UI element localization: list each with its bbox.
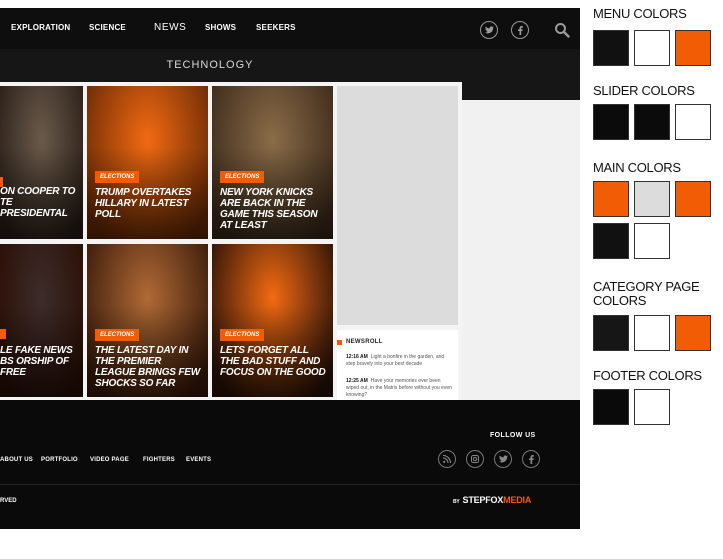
byline-accent: MEDIA (503, 495, 532, 505)
newsroll-widget: NEWSROLL 12:16 AM Light a bonfire in the … (337, 330, 458, 400)
tile-headline: NEW YORK KNICKS ARE BACK IN THE GAME THI… (220, 187, 318, 231)
color-swatch[interactable] (634, 30, 670, 66)
tile-headline: ON COOPER TO TE PRESIDENTAL (0, 186, 76, 219)
color-swatch[interactable] (675, 181, 711, 217)
twitter-icon[interactable] (480, 21, 498, 39)
color-swatch[interactable] (593, 315, 629, 351)
tile-headline: THE LATEST DAY IN THE PREMIER LEAGUE BRI… (95, 345, 200, 389)
nav-item-seekers[interactable]: SEEKERS (256, 23, 296, 32)
article-tile[interactable]: ELECTIONS THE LATEST DAY IN THE PREMIER … (87, 244, 208, 397)
color-swatch[interactable] (675, 30, 711, 66)
website-preview: EXPLORATION SCIENCE NEWS SHOWS SEEKERS T… (0, 8, 580, 529)
tile-badge (0, 329, 6, 339)
tile-headline: TRUMP OVERTAKES HILLARY IN LATEST POLL (95, 187, 192, 220)
color-group-title: MENU COLORS (593, 6, 687, 21)
nav-item-shows[interactable]: SHOWS (205, 23, 236, 32)
site-footer: FOLLOW US ABOUT US PORTFOLIO VIDEO PAGE … (0, 400, 580, 529)
newsroll-item[interactable]: 12:16 AM Light a bonfire in the garden, a… (346, 354, 452, 368)
newsroll-time: 12:16 AM (346, 354, 368, 360)
article-tile[interactable]: ELECTIONS LETS FORGET ALL THE BAD STUFF … (212, 244, 333, 397)
instagram-icon[interactable] (466, 450, 484, 468)
article-tile[interactable]: ELECTIONS TRUMP OVERTAKES HILLARY IN LAT… (87, 86, 208, 239)
top-navigation-bar: EXPLORATION SCIENCE NEWS SHOWS SEEKERS (0, 8, 580, 49)
color-swatch[interactable] (593, 104, 629, 140)
nav-item-news[interactable]: NEWS (154, 22, 186, 33)
color-group-title: FOOTER COLORS (593, 368, 702, 383)
color-swatch[interactable] (675, 104, 711, 140)
search-icon[interactable] (554, 22, 570, 38)
footer-link-events[interactable]: EVENTS (186, 457, 211, 463)
nav-item-exploration[interactable]: EXPLORATION (11, 23, 70, 32)
article-tile[interactable]: S ON COOPER TO TE PRESIDENTAL (0, 86, 83, 239)
twitter-icon[interactable] (494, 450, 512, 468)
footer-link-portfolio[interactable]: PORTFOLIO (41, 457, 78, 463)
category-title: TECHNOLOGY (166, 59, 254, 71)
color-swatch[interactable] (593, 389, 629, 425)
follow-us-label: FOLLOW US (490, 432, 536, 439)
color-group-title: MAIN COLORS (593, 160, 681, 175)
color-group-title: CATEGORY PAGE COLORS (593, 279, 700, 308)
article-tile[interactable]: LE FAKE NEWS BS ORSHIP OF FREE (0, 244, 83, 397)
copyright-text: RVED (0, 498, 17, 504)
footer-link-about[interactable]: ABOUT US (0, 457, 33, 463)
color-swatch[interactable] (593, 30, 629, 66)
developer-credit[interactable]: BY STEPFOXMEDIA (453, 495, 531, 505)
footer-divider (0, 484, 580, 485)
color-swatch[interactable] (593, 181, 629, 217)
byline-brand: STEPFOX (462, 495, 504, 505)
footer-link-fighters[interactable]: FIGHTERS (143, 457, 175, 463)
newsroll-marker-icon (337, 340, 342, 345)
newsroll-item[interactable]: 12:25 AM Have your memories ever been wip… (346, 378, 452, 399)
facebook-icon[interactable] (511, 21, 529, 39)
tile-badge: ELECTIONS (220, 329, 265, 341)
advertisement-placeholder (337, 86, 458, 325)
tile-headline: LE FAKE NEWS BS ORSHIP OF FREE (0, 345, 73, 378)
tile-headline: LETS FORGET ALL THE BAD STUFF AND FOCUS … (220, 345, 326, 378)
color-swatch[interactable] (593, 223, 629, 259)
color-swatch[interactable] (634, 315, 670, 351)
color-swatch[interactable] (634, 223, 670, 259)
color-group-title: SLIDER COLORS (593, 83, 695, 98)
tile-badge: ELECTIONS (95, 171, 140, 183)
rss-icon[interactable] (438, 450, 456, 468)
color-settings-panel: MENU COLORS SLIDER COLORS MAIN COLORS CATEG… (593, 0, 723, 559)
facebook-icon[interactable] (522, 450, 540, 468)
newsroll-title: NEWSROLL (346, 339, 383, 345)
article-tile[interactable]: ELECTIONS NEW YORK KNICKS ARE BACK IN TH… (212, 86, 333, 239)
color-swatch[interactable] (634, 181, 670, 217)
byline-prefix: BY (453, 499, 460, 505)
content-side-area (462, 100, 580, 400)
color-swatch[interactable] (675, 315, 711, 351)
tile-badge: ELECTIONS (220, 171, 265, 183)
nav-item-science[interactable]: SCIENCE (89, 23, 126, 32)
color-swatch[interactable] (634, 389, 670, 425)
tile-badge: ELECTIONS (95, 329, 140, 341)
color-swatch[interactable] (634, 104, 670, 140)
footer-link-video-page[interactable]: VIDEO PAGE (90, 457, 129, 463)
newsroll-time: 12:25 AM (346, 378, 368, 384)
